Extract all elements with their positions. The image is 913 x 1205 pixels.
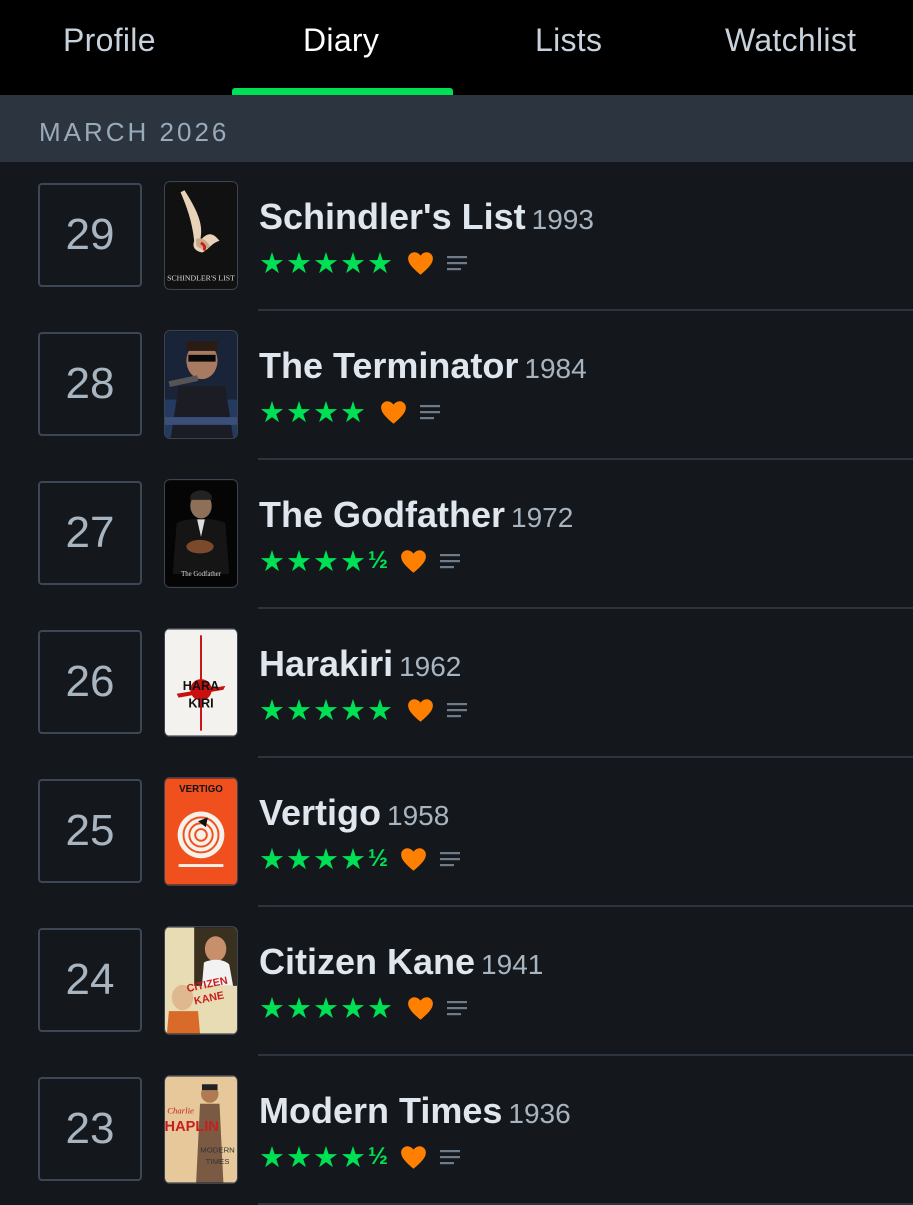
film-year: 1993 (531, 204, 594, 235)
film-heading: Harakiri 1962 (259, 643, 461, 685)
film-poster[interactable]: SCHINDLER'S LIST (164, 181, 238, 290)
film-poster[interactable]: Charlie CHAPLIN MODERN TIMES (164, 1075, 238, 1184)
film-heading: The Terminator 1984 (259, 345, 587, 387)
film-poster[interactable]: The Godfather (164, 479, 238, 588)
svg-text:The Godfather: The Godfather (181, 571, 222, 578)
film-meta: ★★★★ ½ (259, 544, 461, 578)
liked-heart-icon (380, 400, 407, 425)
liked-heart-icon (400, 1145, 427, 1170)
film-title[interactable]: Vertigo (259, 792, 381, 833)
day-box[interactable]: 29 (38, 183, 142, 287)
film-title[interactable]: Citizen Kane (259, 941, 475, 982)
rating-half-star-icon: ½ (368, 1143, 389, 1170)
liked-heart-icon (407, 698, 434, 723)
film-heading: Modern Times 1936 (259, 1090, 571, 1132)
day-box[interactable]: 23 (38, 1077, 142, 1181)
liked-heart-icon (407, 996, 434, 1021)
svg-text:HARA: HARA (183, 679, 219, 693)
month-label: MARCH 2026 (39, 117, 230, 147)
film-poster[interactable]: HARA KIRI (164, 628, 238, 737)
film-year: 1941 (481, 949, 544, 980)
svg-text:VERTIGO: VERTIGO (179, 784, 223, 795)
liked-heart-icon (400, 847, 427, 872)
review-lines-icon[interactable] (439, 551, 461, 571)
diary-entry[interactable]: 27 The Godfather The Godfather 1972 ★★★★ … (0, 460, 913, 609)
tab-watchlist[interactable]: Watchlist (725, 22, 856, 59)
film-title[interactable]: Harakiri (259, 643, 393, 684)
rating-stars-icon: ★★★★★ (259, 246, 394, 280)
film-year: 1962 (399, 651, 462, 682)
film-heading: Schindler's List 1993 (259, 196, 594, 238)
film-meta: ★★★★★ (259, 991, 468, 1025)
film-title[interactable]: Modern Times (259, 1090, 502, 1131)
review-lines-icon[interactable] (419, 402, 441, 422)
rating-stars-icon: ★★★★ (259, 842, 367, 876)
liked-heart-icon (407, 251, 434, 276)
film-title[interactable]: The Godfather (259, 494, 505, 535)
film-poster[interactable]: CITIZEN KANE (164, 926, 238, 1035)
svg-text:SCHINDLER'S LIST: SCHINDLER'S LIST (167, 274, 235, 283)
svg-text:KIRI: KIRI (188, 696, 213, 710)
diary-entry[interactable]: 24 CITIZEN KANE Citizen Kane 1941 ★★★★★ (0, 907, 913, 1056)
review-lines-icon[interactable] (446, 998, 468, 1018)
diary-entry[interactable]: 26 HARA KIRI Harakiri 1962 ★★★★★ (0, 609, 913, 758)
svg-text:TIMES: TIMES (206, 1157, 230, 1166)
film-meta: ★★★★ ½ (259, 842, 461, 876)
diary-entry[interactable]: 28 The Terminator 1984 ★★★★ (0, 311, 913, 460)
film-year: 1958 (387, 800, 450, 831)
day-box[interactable]: 26 (38, 630, 142, 734)
tab-lists[interactable]: Lists (535, 22, 602, 59)
film-year: 1984 (524, 353, 587, 384)
rating-stars-icon: ★★★★★ (259, 991, 394, 1025)
svg-text:Charlie: Charlie (167, 1105, 194, 1115)
rating-half-star-icon: ½ (368, 547, 389, 574)
review-lines-icon[interactable] (439, 849, 461, 869)
film-year: 1972 (511, 502, 574, 533)
rating-stars-icon: ★★★★ (259, 395, 367, 429)
film-poster[interactable] (164, 330, 238, 439)
film-poster[interactable]: VERTIGO (164, 777, 238, 886)
review-lines-icon[interactable] (439, 1147, 461, 1167)
rating-stars-icon: ★★★★ (259, 1140, 367, 1174)
review-lines-icon[interactable] (446, 253, 468, 273)
diary-entry[interactable]: 29 SCHINDLER'S LIST Schindler's List 1993… (0, 162, 913, 311)
tab-diary[interactable]: Diary (303, 22, 379, 59)
film-year: 1936 (508, 1098, 571, 1129)
svg-text:CHAPLIN: CHAPLIN (165, 1119, 219, 1135)
day-box[interactable]: 25 (38, 779, 142, 883)
tab-bar: Profile Diary Lists Watchlist (0, 0, 913, 95)
day-box[interactable]: 27 (38, 481, 142, 585)
diary-entry[interactable]: 25 VERTIGO Vertigo 1958 ★★★★ ½ (0, 758, 913, 907)
liked-heart-icon (400, 549, 427, 574)
tab-profile[interactable]: Profile (63, 22, 156, 59)
rating-half-star-icon: ½ (368, 845, 389, 872)
film-heading: Vertigo 1958 (259, 792, 449, 834)
rating-stars-icon: ★★★★★ (259, 693, 394, 727)
film-heading: The Godfather 1972 (259, 494, 573, 536)
day-box[interactable]: 28 (38, 332, 142, 436)
svg-text:MODERN: MODERN (200, 1145, 235, 1154)
film-meta: ★★★★★ (259, 693, 468, 727)
film-title[interactable]: Schindler's List (259, 196, 526, 237)
review-lines-icon[interactable] (446, 700, 468, 720)
film-meta: ★★★★ ½ (259, 1140, 461, 1174)
film-meta: ★★★★★ (259, 246, 468, 280)
active-tab-indicator (232, 88, 453, 95)
rating-stars-icon: ★★★★ (259, 544, 367, 578)
film-heading: Citizen Kane 1941 (259, 941, 543, 983)
diary-entry[interactable]: 23 Charlie CHAPLIN MODERN TIMES Modern T… (0, 1056, 913, 1205)
film-meta: ★★★★ (259, 395, 441, 429)
day-box[interactable]: 24 (38, 928, 142, 1032)
film-title[interactable]: The Terminator (259, 345, 518, 386)
